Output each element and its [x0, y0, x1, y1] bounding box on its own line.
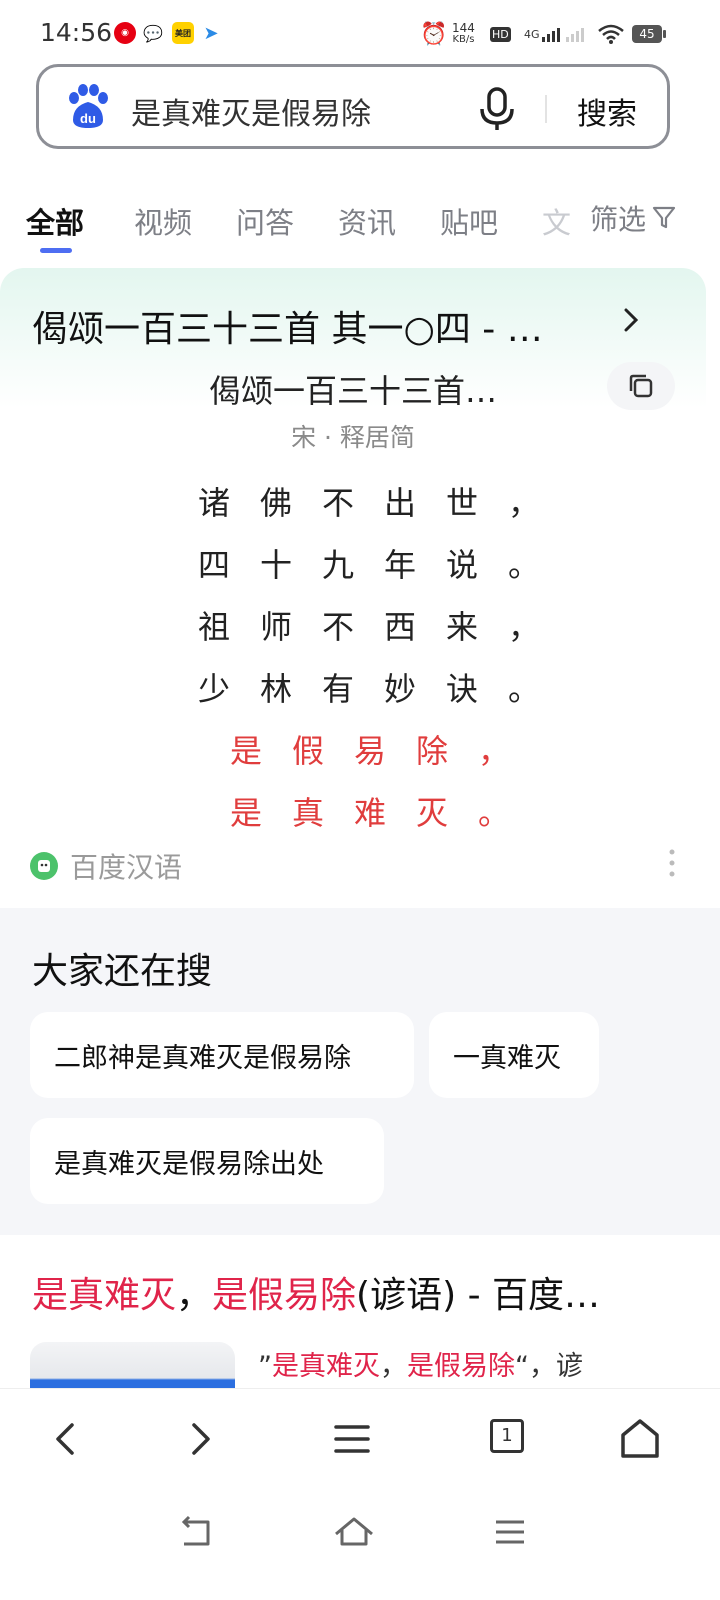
poem-card: 偈颂一百三十三首 其一○四 - … 偈颂一百三十三首… 宋 · 释居简 诸佛不出…: [0, 268, 706, 908]
poem-line: 四十九年说。: [198, 546, 571, 584]
poem-card-header[interactable]: 偈颂一百三十三首 其一○四 - …: [32, 300, 543, 352]
status-time: 14:56: [40, 18, 113, 47]
battery-level: 45: [632, 25, 662, 43]
tab-qa[interactable]: 问答: [236, 200, 294, 242]
menu-button[interactable]: [328, 1415, 376, 1463]
baidu-logo-text: du: [80, 111, 96, 126]
status-bar: 14:56 ◉ 💬 美团 ➤ ⏰ 144 KB/s HD 4G 45: [0, 0, 720, 66]
search-button[interactable]: 搜索: [577, 89, 637, 133]
poem-highlight-line: 是真难灭。: [230, 794, 541, 832]
system-recents-button[interactable]: [486, 1508, 534, 1556]
chevron-right-icon: [192, 1423, 210, 1455]
net-speed: 144 KB/s: [452, 22, 475, 50]
net-speed-unit: KB/s: [452, 34, 475, 45]
net-speed-value: 144: [452, 21, 475, 35]
result-title[interactable]: 是真难灭，是假易除(谚语) - 百度…: [32, 1266, 600, 1318]
poem-source-label: 百度汉语: [70, 851, 183, 884]
snippet-highlight: 是真难灭: [272, 1351, 380, 1382]
browser-toolbar: 1: [0, 1388, 720, 1488]
poem-source[interactable]: 百度汉语: [30, 846, 182, 886]
system-back-button[interactable]: [172, 1508, 220, 1556]
more-options-icon[interactable]: [668, 848, 676, 878]
related-chip[interactable]: 一真难灭: [429, 1012, 599, 1098]
tab-all[interactable]: 全部: [26, 200, 84, 242]
search-divider: [545, 95, 547, 123]
snippet-open-quote: ”: [258, 1351, 272, 1382]
network-label: 4G: [524, 27, 540, 41]
microphone-icon[interactable]: [477, 85, 517, 133]
result-title-highlight: 是真难灭: [32, 1275, 177, 1316]
hd-icon: HD: [490, 20, 511, 48]
recents-icon: [496, 1520, 524, 1544]
related-searches: 大家还在搜 二郎神是真难灭是假易除 一真难灭 是真难灭是假易除出处: [0, 908, 720, 1235]
signal-empty-icon: [566, 20, 592, 48]
home-icon: [621, 1419, 659, 1458]
wifi-icon: [598, 20, 624, 48]
menu-icon: [334, 1425, 370, 1453]
related-searches-title: 大家还在搜: [32, 951, 213, 992]
home-outline-icon: [335, 1517, 373, 1546]
result-title-rest: (谚语) - 百度…: [356, 1275, 601, 1316]
filter-button[interactable]: 筛选: [590, 198, 676, 238]
tabs-button[interactable]: 1: [490, 1419, 524, 1453]
tab-news[interactable]: 资讯: [338, 200, 396, 242]
baidu-hanyu-icon: [30, 852, 58, 880]
return-icon: [181, 1515, 210, 1546]
tab-active-indicator: [40, 248, 72, 253]
battery-icon: 45: [632, 20, 666, 48]
system-home-button[interactable]: [330, 1508, 378, 1556]
filter-label: 筛选: [590, 203, 647, 236]
forward-button[interactable]: [176, 1415, 224, 1463]
tab-wen[interactable]: 文: [542, 200, 571, 242]
wechat-icon: 💬: [142, 22, 164, 44]
result-tabs: 全部 视频 问答 资讯 贴吧 文 筛选: [0, 190, 720, 260]
copy-icon: [629, 374, 653, 398]
alarm-icon: ⏰: [420, 21, 448, 47]
filter-icon: [652, 206, 676, 229]
poem-line: 祖师不西来，: [198, 608, 571, 646]
result-snippet: ”是真难灭，是假易除“，谚: [258, 1344, 583, 1383]
related-chip[interactable]: 是真难灭是假易除出处: [30, 1118, 384, 1204]
poem-highlight-line: 是假易除，: [230, 732, 541, 770]
snippet-rest: “，谚: [515, 1351, 583, 1382]
meituan-icon: 美团: [172, 22, 194, 44]
tab-video[interactable]: 视频: [134, 200, 192, 242]
related-chip[interactable]: 二郎神是真难灭是假易除: [30, 1012, 414, 1098]
hd-label: HD: [490, 26, 511, 42]
baidu-logo-icon: du: [69, 84, 108, 128]
signal-4g-icon: 4G: [524, 20, 564, 48]
tab-tieba[interactable]: 贴吧: [440, 200, 498, 242]
poem-line: 少林有妙诀。: [198, 670, 571, 708]
home-button[interactable]: [616, 1415, 664, 1463]
poem-title: 偈颂一百三十三首…: [208, 372, 497, 410]
snippet-highlight: 是假易除: [407, 1351, 515, 1382]
search-input[interactable]: 是真难灭是假易除: [131, 89, 371, 133]
chevron-left-icon: [56, 1423, 74, 1455]
snippet-separator: ，: [380, 1351, 407, 1382]
search-bar[interactable]: du 是真难灭是假易除 搜索: [36, 64, 670, 149]
netease-music-icon: ◉: [114, 22, 136, 44]
copy-button[interactable]: [607, 362, 675, 410]
result-title-separator: ，: [176, 1275, 213, 1316]
poem-line: 诸佛不出世，: [198, 484, 571, 522]
system-nav-bar: [0, 1488, 720, 1600]
send-icon: ➤: [200, 22, 222, 44]
result-title-highlight: 是假易除: [212, 1275, 357, 1316]
poem-author: 宋 · 释居简: [291, 423, 415, 452]
chevron-right-icon[interactable]: [620, 304, 644, 336]
back-button[interactable]: [42, 1415, 90, 1463]
